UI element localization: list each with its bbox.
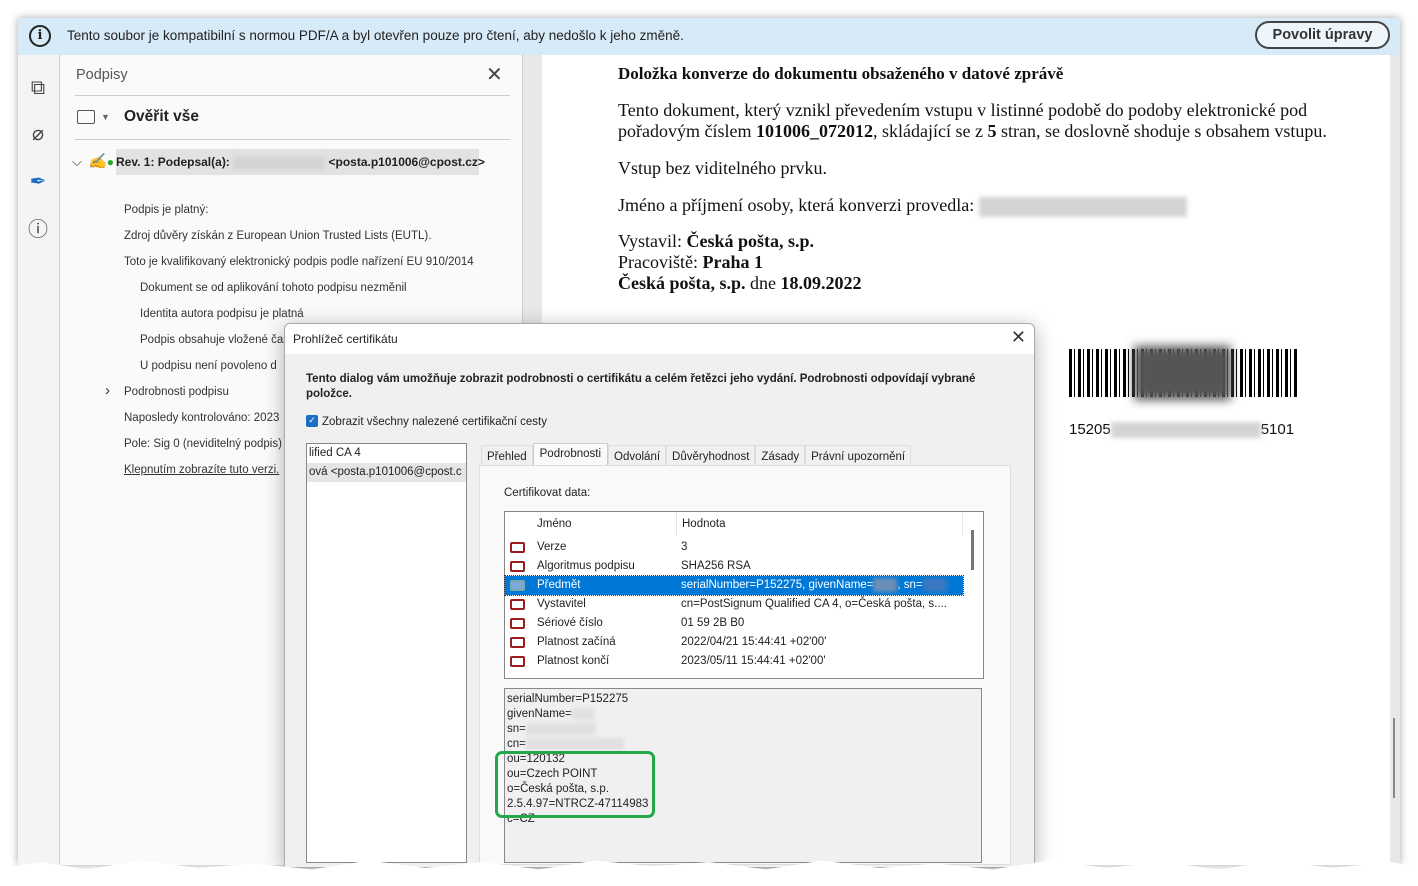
revision-email: <posta.p101006@cpost.cz>: [328, 155, 485, 169]
certificate-field-icon: [510, 580, 525, 591]
field-value: SHA256 RSA: [681, 560, 751, 572]
info-icon: i: [29, 25, 51, 47]
info-bar: i Tento soubor je kompatibilní s normou …: [18, 18, 1400, 55]
tree-subitem: U podpisu není povoleno d: [140, 360, 277, 372]
tree-subitem: Dokument se od aplikování tohoto podpisu…: [140, 282, 407, 294]
tree-item: Pole: Sig 0 (neviditelný podpis): [124, 438, 282, 450]
certificate-fields-table: Jméno Hodnota Verze 3 Algoritmus podpisu SH…: [504, 511, 984, 679]
chevron-right-icon[interactable]: ›: [105, 383, 110, 399]
chain-item[interactable]: lified CA 4: [307, 444, 466, 463]
show-all-paths-checkbox[interactable]: ✓: [306, 415, 318, 427]
redacted-name: [978, 196, 1187, 217]
tree-item: Naposledy kontrolováno: 2023: [124, 412, 280, 424]
barcode-number: 15205 5101: [1069, 421, 1295, 439]
field-name: Sériové číslo: [537, 617, 603, 629]
app-window: i Tento soubor je kompatibilní s normou …: [18, 18, 1400, 868]
document-paragraph: Vstup bez viditelného prvku.: [618, 158, 827, 178]
chain-item[interactable]: ová <posta.p101006@cpost.c: [307, 463, 466, 482]
field-name: Algoritmus podpisu: [537, 560, 635, 572]
certificate-field-icon: [510, 656, 525, 667]
redacted-name: [233, 155, 326, 170]
field-value: 3: [681, 541, 688, 553]
certificate-chain-tree[interactable]: lified CA 4 ová <posta.p101006@cpost.c: [306, 443, 467, 863]
chevron-down-icon[interactable]: ▼: [101, 112, 110, 122]
table-row[interactable]: Platnost končí 2023/05/11 15:44:41 +02'00…: [505, 652, 963, 671]
certificate-field-icon: [510, 561, 525, 572]
signature-details-item[interactable]: Podrobnosti podpisu: [124, 385, 229, 399]
detail-line: givenName=: [507, 707, 979, 722]
show-all-paths-label[interactable]: Zobrazit všechny nalezené certifikační c…: [322, 415, 547, 429]
chevron-down-icon[interactable]: ⌵: [72, 155, 82, 169]
divider: [75, 95, 510, 96]
table-row[interactable]: Předmět serialNumber=P152275, givenName=,…: [504, 575, 964, 596]
certificate-field-icon: [510, 637, 525, 648]
document-scrollbar[interactable]: [1393, 718, 1395, 798]
panel-title: Podpisy: [76, 67, 128, 83]
tree-item: Podpis je platný:: [124, 204, 209, 216]
highlight-box: [495, 751, 655, 818]
field-name: Verze: [537, 541, 567, 553]
table-scrollbar[interactable]: [971, 530, 974, 570]
list-options-icon[interactable]: [77, 110, 95, 124]
details-tab-pane: Certifikovat data: Jméno Hodnota Verze 3 A…: [479, 465, 1011, 865]
tree-subitem: Identita autora podpisu je platná: [140, 308, 304, 320]
document-info-icon[interactable]: ⓘ: [26, 217, 50, 241]
tree-item: Zdroj důvěry získán z European Union Tru…: [124, 230, 432, 242]
column-header-value[interactable]: Hodnota: [677, 512, 963, 536]
table-row[interactable]: Platnost začíná 2022/04/21 15:44:41 +02'0…: [505, 633, 963, 652]
signature-pen-icon[interactable]: ✒: [26, 169, 50, 193]
field-name: Předmět: [537, 579, 581, 591]
field-value: 01 59 2B B0: [681, 617, 745, 629]
revision-label: Rev. 1: Podepsal(a):: [116, 155, 230, 169]
document-paragraph: Tento dokument, který vznikl převedením …: [618, 100, 1327, 141]
attachment-icon[interactable]: ⌀: [26, 121, 50, 145]
document-heading: Doložka konverze do dokumentu obsaženého…: [618, 64, 1064, 83]
signature-valid-icon: ✍●: [88, 153, 114, 170]
barcode: [1069, 346, 1297, 400]
pages-icon[interactable]: ⧉: [26, 75, 50, 99]
field-value: cn=PostSignum Qualified CA 4, o=Česká po…: [681, 598, 947, 610]
detail-line: cn=: [507, 737, 979, 752]
table-row[interactable]: Algoritmus podpisu SHA256 RSA: [505, 557, 963, 576]
tree-item: Toto je kvalifikovaný elektronický podpi…: [124, 256, 474, 268]
divider: [75, 139, 510, 140]
enable-editing-button[interactable]: Povolit úpravy: [1255, 21, 1390, 49]
document-paragraph: Jméno a příjmení osoby, která konverzi p…: [618, 195, 1187, 217]
left-tool-rail: ⧉ ⌀ ✒ ⓘ: [18, 55, 60, 865]
field-name: Platnost končí: [537, 655, 610, 667]
close-icon[interactable]: ✕: [486, 63, 503, 85]
signature-revision-row[interactable]: Rev. 1: Podepsal(a): <posta.p101006@cpos…: [116, 149, 485, 175]
certificate-field-icon: [510, 542, 525, 553]
detail-line: serialNumber=P152275: [507, 693, 629, 705]
dialog-description: Tento dialog vám umožňuje zobrazit podro…: [306, 373, 976, 400]
detail-line: sn=: [507, 722, 979, 737]
issuer-block: Vystavil: Česká pošta, s.p. Pracoviště: P…: [618, 231, 862, 293]
certificate-field-icon: [510, 618, 525, 629]
field-name: Platnost začíná: [537, 636, 616, 648]
table-row[interactable]: Verze 3: [505, 538, 963, 557]
field-name: Vystavitel: [537, 598, 586, 610]
info-message: Tento soubor je kompatibilní s normou PD…: [67, 28, 684, 43]
dialog-title: Prohlížeč certifikátu: [285, 324, 1034, 354]
column-header-name[interactable]: Jméno: [531, 512, 677, 536]
certificate-field-icon: [510, 599, 525, 610]
field-value: 2022/04/21 15:44:41 +02'00': [681, 636, 827, 648]
field-value: serialNumber=P152275, givenName=, sn=: [681, 576, 961, 595]
certificate-data-label: Certifikovat data:: [504, 487, 591, 499]
view-version-link[interactable]: Klepnutím zobrazíte tuto verzi.: [124, 463, 279, 477]
table-row[interactable]: Sériové číslo 01 59 2B B0: [505, 614, 963, 633]
close-icon[interactable]: ✕: [1011, 328, 1026, 348]
field-value-textarea[interactable]: serialNumber=P152275 givenName= sn= cn= ou=1…: [495, 688, 982, 863]
table-row[interactable]: Vystavitel cn=PostSignum Qualified CA 4, …: [505, 595, 963, 614]
field-value: 2023/05/11 15:44:41 +02'00': [681, 655, 826, 667]
verify-all-button[interactable]: Ověřit vše: [124, 108, 199, 126]
certificate-viewer-dialog: Prohlížeč certifikátu ✕ Tento dialog vám…: [284, 323, 1035, 868]
